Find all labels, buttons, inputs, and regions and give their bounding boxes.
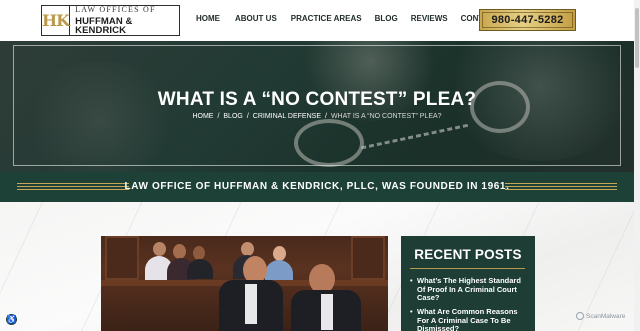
spectator-head	[241, 242, 254, 256]
nav-home[interactable]: HOME	[196, 14, 220, 23]
site-header: HK LAW OFFICES OF HUFFMAN & KENDRICK HOM…	[0, 0, 640, 41]
recent-post-link[interactable]: What Are Common Reasons For A Criminal C…	[410, 307, 528, 331]
defendant-shirt	[245, 284, 257, 324]
logo-line-2: HUFFMAN & KENDRICK	[75, 15, 133, 36]
breadcrumb-blog[interactable]: BLOG	[223, 113, 242, 120]
page-title: WHAT IS A “NO CONTEST” PLEA?	[157, 89, 477, 110]
logo-mark: HK	[42, 6, 71, 35]
breadcrumb-separator: /	[217, 113, 220, 120]
nav-blog[interactable]: BLOG	[375, 14, 398, 23]
logo-line-1: LAW OFFICES OF	[75, 4, 156, 14]
recent-posts-widget: RECENT POSTS What’s The Highest Standard…	[401, 236, 535, 331]
breadcrumb-home[interactable]: HOME	[192, 113, 213, 120]
breadcrumb: HOME / BLOG / CRIMINAL DEFENSE / WHAT IS A “NO…	[0, 113, 634, 120]
nav-about-us[interactable]: ABOUT US	[235, 14, 277, 23]
main-content: RECENT POSTS What’s The Highest Standard…	[0, 202, 634, 331]
accessibility-icon[interactable]: ♿	[5, 313, 18, 326]
breadcrumb-separator: /	[325, 113, 327, 120]
site-logo[interactable]: HK LAW OFFICES OF HUFFMAN & KENDRICK	[41, 5, 180, 36]
phone-button[interactable]: 980-447-5282	[479, 9, 576, 31]
spectator-head	[173, 244, 186, 259]
page-scrollbar[interactable]	[634, 0, 640, 331]
scan-malware-badge[interactable]: ScanMalware	[576, 310, 628, 322]
nav-practice-areas[interactable]: PRACTICE AREAS	[291, 14, 362, 23]
logo-text: LAW OFFICES OF HUFFMAN & KENDRICK	[70, 4, 179, 36]
spectator-body	[187, 259, 213, 279]
breadcrumb-separator: /	[246, 113, 249, 120]
spectator-body	[265, 260, 293, 280]
shield-icon	[576, 312, 584, 320]
courtroom-photo	[101, 236, 388, 331]
scrollbar-thumb[interactable]	[635, 8, 639, 68]
spectator-head	[153, 242, 166, 256]
scan-malware-label: ScanMalware	[586, 312, 626, 320]
recent-posts-divider	[410, 268, 525, 269]
main-nav: HOME ABOUT US PRACTICE AREAS BLOG REVIEW…	[196, 14, 499, 23]
breadcrumb-current: WHAT IS A “NO CONTEST” PLEA?	[330, 113, 442, 120]
wood-panel	[351, 236, 385, 280]
nav-reviews[interactable]: REVIEWS	[411, 14, 448, 23]
lawyer-shirt	[321, 294, 333, 330]
spectator-head	[273, 246, 286, 261]
founded-banner: LAW OFFICE OF HUFFMAN & KENDRICK, PLLC, …	[0, 172, 634, 202]
recent-post-link[interactable]: What’s The Highest Standard Of Proof In …	[410, 276, 528, 303]
hero-banner: WHAT IS A “NO CONTEST” PLEA? HOME / BLOG / C…	[0, 41, 634, 172]
breadcrumb-criminal-defense[interactable]: CRIMINAL DEFENSE	[253, 113, 321, 120]
banner-text: LAW OFFICE OF HUFFMAN & KENDRICK, PLLC, …	[124, 181, 510, 192]
recent-posts-title: RECENT POSTS	[414, 247, 522, 262]
wood-panel	[105, 236, 139, 280]
spectator-head	[193, 246, 205, 260]
